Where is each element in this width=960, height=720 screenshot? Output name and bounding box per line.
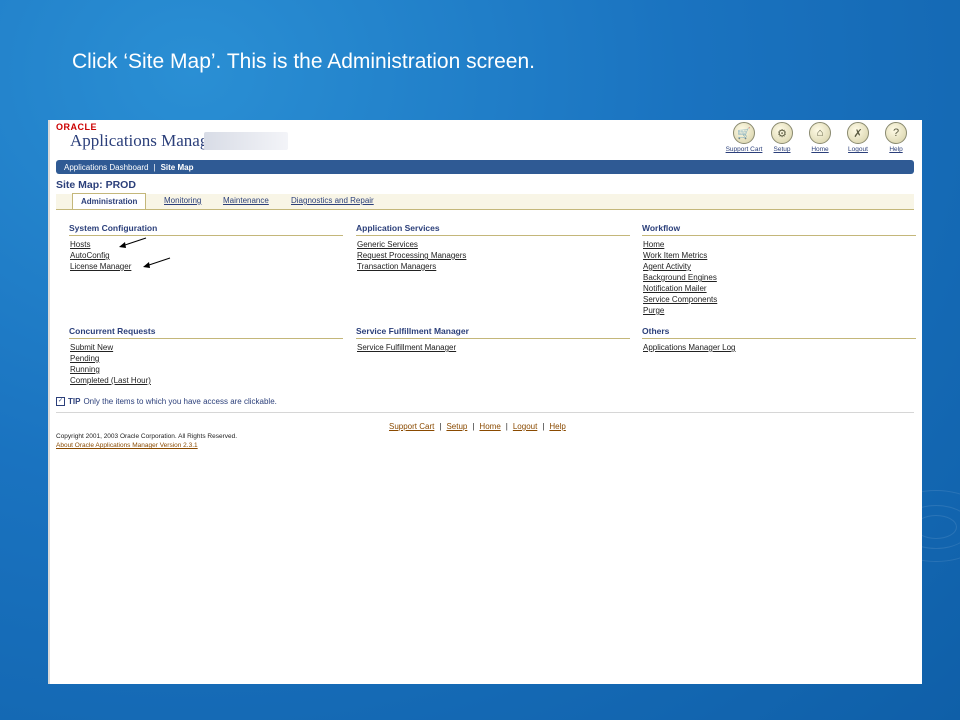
link-autoconfig[interactable]: AutoConfig: [70, 250, 343, 261]
tip-label: TIP: [68, 397, 81, 406]
tab-bar: Administration Monitoring Maintenance Di…: [56, 193, 914, 210]
section-application-services: Application Services Generic Services Re…: [356, 223, 630, 272]
global-home[interactable]: ⌂ Home: [804, 122, 836, 153]
logout-icon[interactable]: ✗: [847, 122, 869, 144]
link-pending[interactable]: Pending: [70, 353, 343, 364]
help-icon[interactable]: ?: [885, 122, 907, 144]
section-title: Application Services: [356, 223, 630, 236]
footer-setup-link[interactable]: Setup: [446, 422, 467, 431]
app-screenshot: ORACLE Applications Manager 🛒 Support Ca…: [48, 120, 922, 684]
annotation-arrow-autoconfig: [119, 237, 147, 248]
global-help[interactable]: ? Help: [880, 122, 912, 153]
global-home-link[interactable]: Home: [811, 146, 828, 153]
global-setup-link[interactable]: Setup: [774, 146, 791, 153]
breadcrumb-separator: |: [153, 162, 156, 172]
footer-help-link[interactable]: Help: [549, 422, 565, 431]
section-title: Concurrent Requests: [69, 326, 343, 339]
cart-icon[interactable]: 🛒: [733, 122, 755, 144]
footer-divider: [56, 412, 914, 413]
link-generic-services[interactable]: Generic Services: [357, 239, 630, 250]
annotation-arrow-license-manager: [143, 257, 171, 268]
section-workflow: Workflow Home Work Item Metrics Agent Ac…: [642, 223, 916, 316]
link-completed-last-hour[interactable]: Completed (Last Hour): [70, 375, 343, 386]
link-workflow-home[interactable]: Home: [643, 239, 916, 250]
footer-support-cart-link[interactable]: Support Cart: [389, 422, 434, 431]
footer-links: Support Cart | Setup | Home | Logout | Help: [389, 422, 566, 431]
app-logo: ORACLE Applications Manager: [56, 122, 288, 156]
breadcrumb-dashboard[interactable]: Applications Dashboard: [64, 163, 149, 172]
section-title: Workflow: [642, 223, 916, 236]
global-setup[interactable]: ⚙ Setup: [766, 122, 798, 153]
copyright-text: Copyright 2001, 2003 Oracle Corporation.…: [56, 433, 238, 440]
link-submit-new[interactable]: Submit New: [70, 342, 343, 353]
home-icon[interactable]: ⌂: [809, 122, 831, 144]
link-hosts[interactable]: Hosts: [70, 239, 343, 250]
global-support-cart-link[interactable]: Support Cart: [726, 146, 763, 153]
tip-message: ✓ TIP Only the items to which you have a…: [56, 397, 277, 406]
checkmark-icon: ✓: [56, 397, 65, 406]
logo-graphic: [204, 132, 288, 150]
link-work-item-metrics[interactable]: Work Item Metrics: [643, 250, 916, 261]
tab-administration[interactable]: Administration: [72, 193, 147, 209]
footer-separator: |: [439, 422, 442, 431]
footer-separator: |: [542, 422, 545, 431]
tip-text: Only the items to which you have access …: [83, 397, 277, 406]
footer-separator: |: [505, 422, 508, 431]
tab-diagnostics-and-repair[interactable]: Diagnostics and Repair: [291, 196, 374, 205]
slide-caption: Click ‘Site Map’. This is the Administra…: [72, 50, 535, 73]
link-request-processing-managers[interactable]: Request Processing Managers: [357, 250, 630, 261]
global-help-link[interactable]: Help: [889, 146, 902, 153]
footer-home-link[interactable]: Home: [479, 422, 500, 431]
link-agent-activity[interactable]: Agent Activity: [643, 261, 916, 272]
link-transaction-managers[interactable]: Transaction Managers: [357, 261, 630, 272]
section-title: Service Fulfillment Manager: [356, 326, 630, 339]
section-service-fulfillment-manager: Service Fulfillment Manager Service Fulf…: [356, 326, 630, 353]
link-service-fulfillment-manager[interactable]: Service Fulfillment Manager: [357, 342, 630, 353]
breadcrumb-site-map[interactable]: Site Map: [161, 163, 194, 172]
global-logout[interactable]: ✗ Logout: [842, 122, 874, 153]
link-applications-manager-log[interactable]: Applications Manager Log: [643, 342, 916, 353]
section-system-configuration: System Configuration Hosts AutoConfig Li…: [69, 223, 343, 272]
tab-maintenance[interactable]: Maintenance: [223, 196, 269, 205]
app-brand-name: Applications Manager: [70, 131, 222, 150]
global-support-cart[interactable]: 🛒 Support Cart: [726, 122, 763, 153]
setup-icon[interactable]: ⚙: [771, 122, 793, 144]
section-others: Others Applications Manager Log: [642, 326, 916, 353]
footer-logout-link[interactable]: Logout: [513, 422, 537, 431]
global-icons: 🛒 Support Cart ⚙ Setup ⌂ Home ✗ Logout ?…: [726, 122, 912, 153]
about-link[interactable]: About Oracle Applications Manager Versio…: [56, 442, 198, 449]
link-license-manager[interactable]: License Manager: [70, 261, 343, 272]
link-purge[interactable]: Purge: [643, 305, 916, 316]
global-logout-link[interactable]: Logout: [848, 146, 868, 153]
breadcrumb: Applications Dashboard | Site Map: [56, 160, 914, 174]
page-title: Site Map: PROD: [56, 179, 136, 191]
tab-monitoring[interactable]: Monitoring: [164, 196, 201, 205]
screen-left-border: [48, 120, 50, 684]
footer-separator: |: [472, 422, 475, 431]
link-background-engines[interactable]: Background Engines: [643, 272, 916, 283]
link-service-components[interactable]: Service Components: [643, 294, 916, 305]
section-title: System Configuration: [69, 223, 343, 236]
link-running[interactable]: Running: [70, 364, 343, 375]
section-concurrent-requests: Concurrent Requests Submit New Pending R…: [69, 326, 343, 386]
link-notification-mailer[interactable]: Notification Mailer: [643, 283, 916, 294]
section-title: Others: [642, 326, 916, 339]
